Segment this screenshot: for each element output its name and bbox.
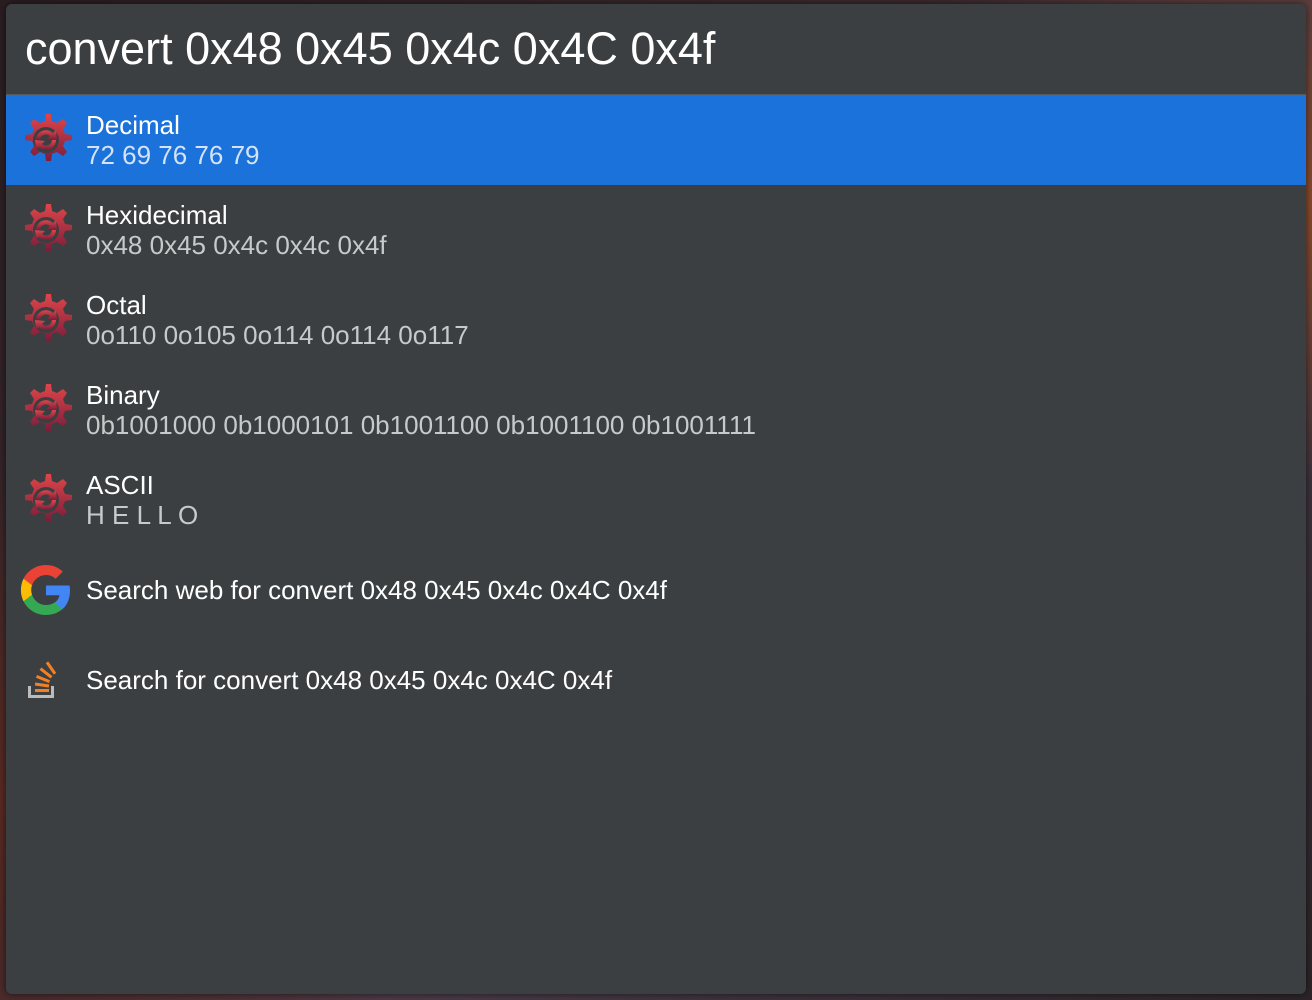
result-ascii[interactable]: ASCII H E L L O — [6, 455, 1306, 545]
result-search-stackoverflow[interactable]: Search for convert 0x48 0x45 0x4c 0x4C 0… — [6, 635, 1306, 725]
result-title: Decimal — [86, 110, 180, 140]
result-subtitle: H E L L O — [86, 500, 199, 530]
converter-gear-icon — [16, 110, 76, 170]
result-subtitle: 0o110 0o105 0o114 0o114 0o117 — [86, 320, 469, 350]
converter-gear-icon — [16, 290, 76, 350]
search-bar[interactable]: convert 0x48 0x45 0x4c 0x4C 0x4f — [6, 4, 1306, 95]
result-binary[interactable]: Binary 0b1001000 0b1000101 0b1001100 0b1… — [6, 365, 1306, 455]
converter-gear-icon — [16, 470, 76, 530]
result-title: Search web for convert 0x48 0x45 0x4c 0x… — [86, 574, 667, 605]
search-input[interactable]: convert 0x48 0x45 0x4c 0x4C 0x4f — [25, 23, 715, 75]
results-list: Decimal 72 69 76 76 79 Hexidecimal 0x48 … — [6, 95, 1306, 725]
result-title: Binary — [86, 380, 160, 410]
result-search-web[interactable]: Search web for convert 0x48 0x45 0x4c 0x… — [6, 545, 1306, 635]
result-title: Hexidecimal — [86, 200, 228, 230]
result-subtitle: 72 69 76 76 79 — [86, 140, 260, 170]
google-icon — [16, 560, 76, 620]
launcher-panel: convert 0x48 0x45 0x4c 0x4C 0x4f Decimal… — [6, 4, 1306, 994]
result-subtitle: 0b1001000 0b1000101 0b1001100 0b1001100 … — [86, 410, 756, 440]
stackoverflow-icon — [16, 650, 76, 710]
result-hexidecimal[interactable]: Hexidecimal 0x48 0x45 0x4c 0x4c 0x4f — [6, 185, 1306, 275]
converter-gear-icon — [16, 380, 76, 440]
result-title: Search for convert 0x48 0x45 0x4c 0x4C 0… — [86, 664, 613, 695]
converter-gear-icon — [16, 200, 76, 260]
result-title: Octal — [86, 290, 147, 320]
result-title: ASCII — [86, 470, 154, 500]
result-decimal[interactable]: Decimal 72 69 76 76 79 — [6, 95, 1306, 185]
result-subtitle: 0x48 0x45 0x4c 0x4c 0x4f — [86, 230, 387, 260]
result-octal[interactable]: Octal 0o110 0o105 0o114 0o114 0o117 — [6, 275, 1306, 365]
